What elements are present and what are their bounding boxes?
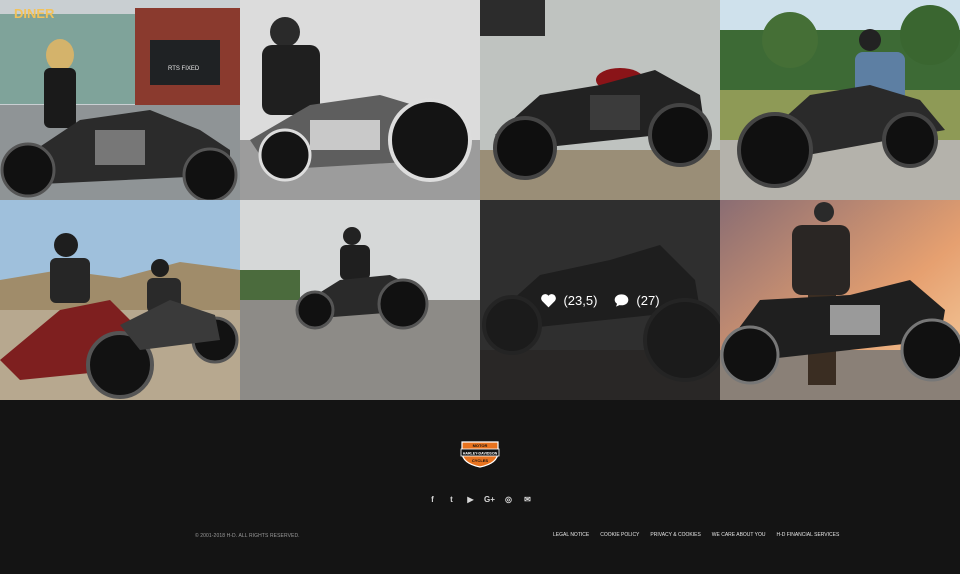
likes-count: (23,5) [563,292,598,308]
copyright-text: © 2001-2018 H-D. ALL RIGHTS RESERVED. [195,533,300,539]
logo-bottom-text: CYCLES [472,458,489,463]
gallery-photo-3 [480,0,720,200]
privacy-cookies-link[interactable]: PRIVACY & COOKIES [650,532,700,538]
email-icon[interactable]: ✉ [524,494,532,504]
gallery-photo-5 [0,200,240,400]
gallery-photo-2 [240,0,480,200]
twitter-icon[interactable]: t [448,494,456,504]
gallery-photo-1: DINER RTS FIXED [0,0,240,200]
speech-bubble-icon [615,293,629,307]
gallery-tile-2[interactable] [240,0,480,200]
likes-stat[interactable]: (23,5) [540,293,597,308]
gallery-tile-7[interactable]: (23,5) (27) [480,200,720,400]
we-care-about-you-link[interactable]: WE CARE ABOUT YOU [712,532,766,538]
harley-davidson-logo[interactable]: MOTOR HARLEY-DAVIDSON CYCLES [460,437,500,469]
gallery-photo-6 [240,200,480,400]
heart-icon [541,293,557,307]
social-links: f t ▶ G+ ◎ ✉ [0,494,960,504]
comments-stat[interactable]: (27) [613,292,660,308]
gallery-tile-3[interactable] [480,0,720,200]
youtube-icon[interactable]: ▶ [467,494,475,504]
cookie-policy-link[interactable]: COOKIE POLICY [600,532,639,538]
tile-hover-overlay[interactable]: (23,5) (27) [480,200,720,400]
gallery-tile-6[interactable] [240,200,480,400]
facebook-icon[interactable]: f [429,494,437,504]
photo-gallery: DINER RTS FIXED (23,5) (27) [0,0,960,400]
gallery-photo-8 [720,200,960,400]
legal-notice-link[interactable]: LEGAL NOTICE [553,532,589,538]
gallery-tile-5[interactable] [0,200,240,400]
diner-sign: DINER [14,6,55,21]
shop-sign: RTS FIXED [168,66,200,72]
gallery-tile-8[interactable] [720,200,960,400]
financial-services-link[interactable]: H-D FINANCIAL SERVICES [777,532,840,538]
gallery-tile-1[interactable]: DINER RTS FIXED [0,0,240,200]
site-footer: MOTOR HARLEY-DAVIDSON CYCLES f t ▶ G+ ◎ … [0,400,960,574]
instagram-icon[interactable]: ◎ [505,494,513,504]
footer-links: LEGAL NOTICE COOKIE POLICY PRIVACY & COO… [553,532,839,538]
gallery-photo-4 [720,0,960,200]
logo-middle-text: HARLEY-DAVIDSON [463,452,498,456]
logo-top-text: MOTOR [473,443,488,448]
comments-count: (27) [636,292,660,308]
google-plus-icon[interactable]: G+ [484,494,495,504]
gallery-tile-4[interactable] [720,0,960,200]
